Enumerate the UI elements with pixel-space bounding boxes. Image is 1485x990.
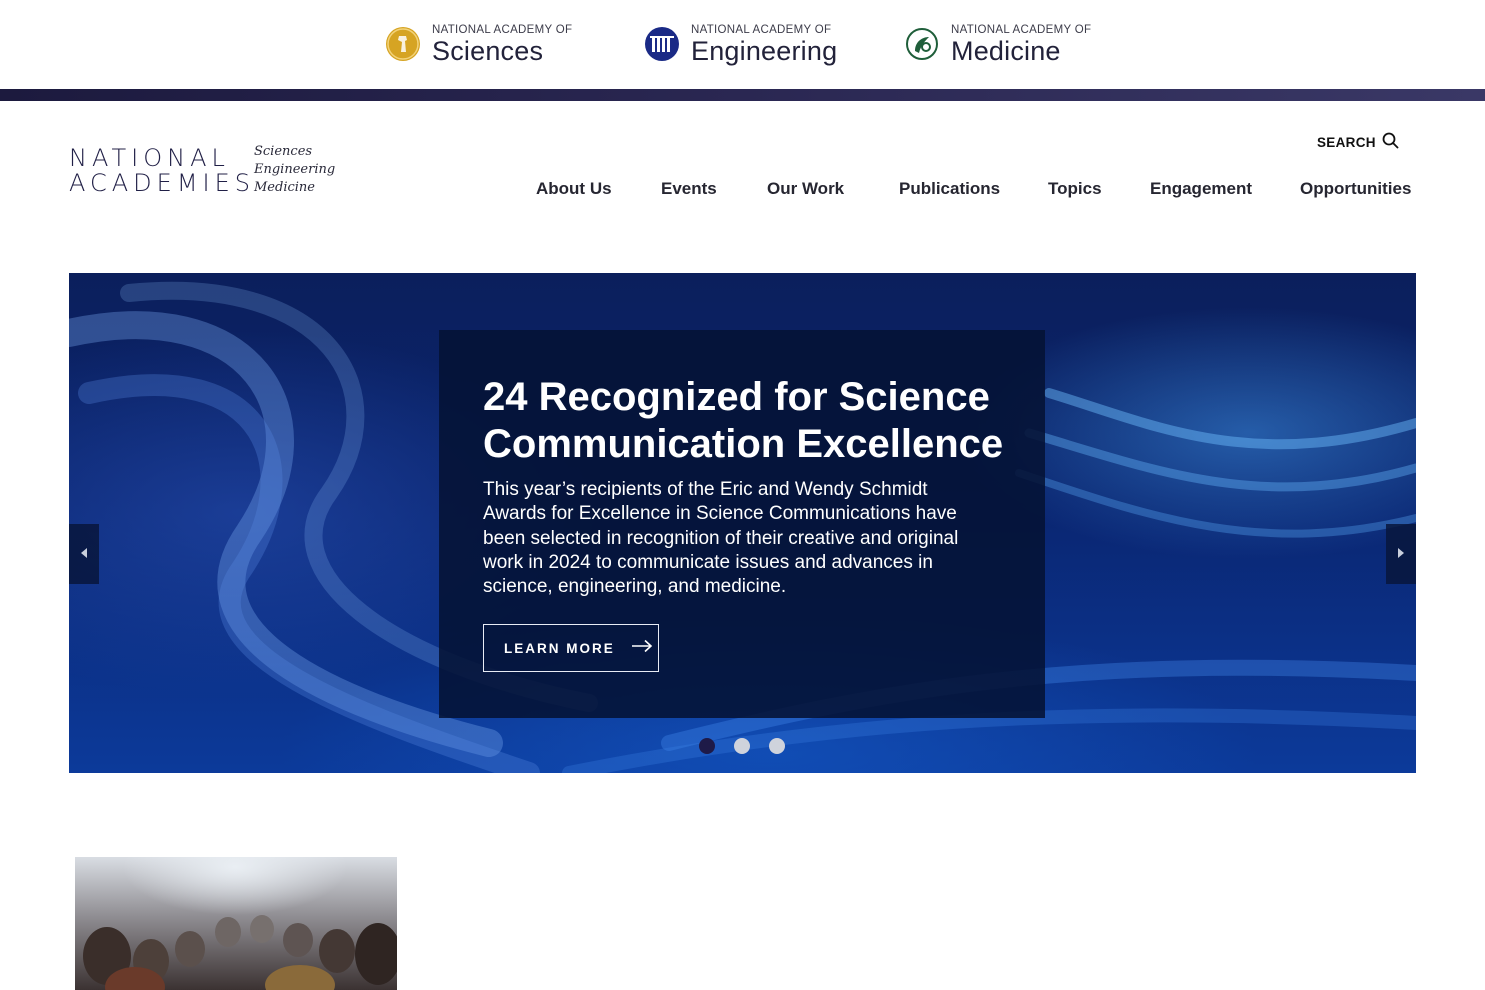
nav-item-our-work[interactable]: Our Work [767, 179, 844, 199]
carousel-indicators [699, 738, 785, 754]
hero-title: 24 Recognized for Science Communication … [483, 375, 1004, 466]
crowd-figure [175, 931, 205, 967]
academy-name: Sciences [432, 36, 544, 67]
hero-card: 24 Recognized for Science Communication … [439, 330, 1045, 718]
nae-seal-icon [645, 27, 679, 61]
arrow-right-icon [631, 639, 653, 658]
academy-name: Engineering [691, 36, 838, 67]
nav-item-engagement[interactable]: Engagement [1150, 179, 1252, 199]
crowd-figure [215, 917, 241, 947]
feature-image-crowd[interactable] [75, 857, 397, 990]
academy-link-sciences[interactable]: NATIONAL ACADEMY OF Sciences [386, 22, 572, 66]
crowd-figure [355, 923, 397, 985]
search-label: SEARCH [1317, 134, 1376, 150]
crowd-figure [250, 915, 274, 943]
nav-item-about-us[interactable]: About Us [536, 179, 612, 199]
search-icon [1382, 132, 1399, 152]
academy-small-label: NATIONAL ACADEMY OF [951, 23, 1092, 36]
crowd-figure [319, 929, 355, 973]
nav-item-events[interactable]: Events [661, 179, 717, 199]
academy-name: Medicine [951, 36, 1061, 67]
learn-more-label: LEARN MORE [504, 640, 615, 656]
logo-sub-3: Medicine [254, 180, 315, 195]
carousel-dot-2[interactable] [734, 738, 750, 754]
academy-link-medicine[interactable]: NATIONAL ACADEMY OF Medicine [905, 22, 1091, 66]
logo-line-2: ACADEMIES [69, 169, 255, 197]
national-academies-logo[interactable]: NATIONAL ACADEMIES Sciences Engineering … [69, 143, 339, 199]
nav-item-opportunities[interactable]: Opportunities [1300, 179, 1411, 199]
nam-seal-icon [905, 27, 939, 61]
accent-bar [0, 89, 1485, 101]
nav-item-publications[interactable]: Publications [899, 179, 1000, 199]
academy-small-label: NATIONAL ACADEMY OF [432, 23, 573, 36]
crowd-figure [265, 965, 335, 990]
carousel-prev-button[interactable] [69, 524, 99, 584]
logo-sub-1: Sciences [254, 144, 313, 159]
logo-line-1: NATIONAL [69, 144, 230, 172]
learn-more-button[interactable]: LEARN MORE [483, 624, 659, 672]
carousel-next-button[interactable] [1386, 524, 1416, 584]
academy-small-label: NATIONAL ACADEMY OF [691, 23, 832, 36]
carousel-dot-1[interactable] [699, 738, 715, 754]
hero-body: This year’s recipients of the Eric and W… [483, 479, 959, 598]
nav-item-topics[interactable]: Topics [1048, 179, 1102, 199]
academy-link-engineering[interactable]: NATIONAL ACADEMY OF Engineering [645, 22, 837, 66]
caret-left-icon [80, 545, 88, 563]
logo-sub-2: Engineering [254, 162, 336, 177]
crowd-figure [283, 923, 313, 957]
search-button[interactable]: SEARCH [1317, 132, 1399, 152]
hero-carousel: 24 Recognized for Science Communication … [69, 273, 1416, 773]
carousel-dot-3[interactable] [769, 738, 785, 754]
caret-right-icon [1397, 545, 1405, 563]
nas-seal-icon [386, 27, 420, 61]
academy-bar: NATIONAL ACADEMY OF Sciences NATIONAL AC… [0, 0, 1485, 89]
